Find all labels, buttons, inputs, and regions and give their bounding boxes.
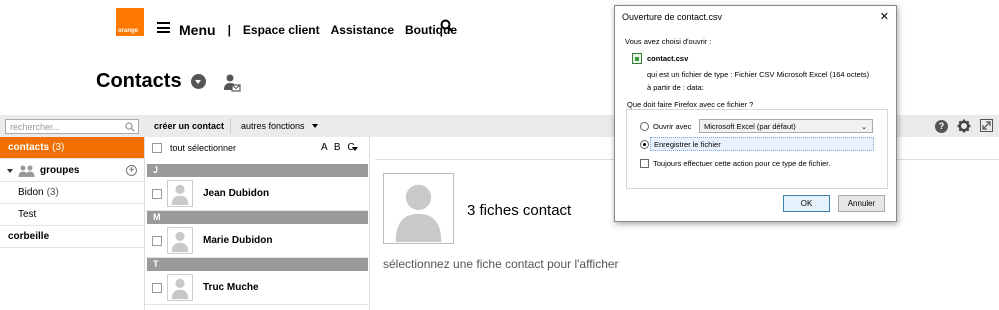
avatar: [167, 274, 193, 301]
nav-link-assistance[interactable]: Assistance: [331, 23, 394, 37]
open-with-radio[interactable]: [640, 122, 649, 131]
logo-text: orange: [118, 28, 139, 34]
sidebar-item-group-bidon[interactable]: Bidon (3): [0, 182, 144, 204]
dialog-type-line: qui est un fichier de type : Fichier CSV…: [647, 70, 870, 79]
expand-icon[interactable]: [980, 119, 993, 132]
list-header: tout sélectionner A B C: [145, 137, 369, 159]
sidebar: contacts (3) groupes + Bidon (3) Test co…: [0, 137, 145, 310]
add-group-icon[interactable]: +: [126, 165, 137, 176]
contact-name: Truc Muche: [203, 282, 259, 293]
csv-file-icon: [632, 53, 642, 64]
select-all-checkbox[interactable]: [152, 143, 162, 153]
caret-down-icon: [311, 124, 318, 128]
sidebar-item-trash[interactable]: corbeille: [0, 226, 144, 248]
letter-divider: M: [147, 211, 368, 224]
ok-button[interactable]: OK: [783, 195, 830, 212]
select-hint-text: sélectionnez une fiche contact pour l'af…: [383, 257, 619, 271]
sidebar-item-groups[interactable]: groupes +: [0, 160, 144, 182]
list-item[interactable]: Truc Muche: [145, 271, 369, 305]
contact-name: Jean Dubidon: [203, 188, 270, 199]
contact-name: Marie Dubidon: [203, 235, 273, 246]
sidebar-item-label: Test: [18, 209, 37, 220]
search-icon[interactable]: [440, 19, 454, 33]
sidebar-item-label: Bidon: [18, 187, 44, 198]
hamburger-menu-icon[interactable]: [157, 22, 170, 33]
top-nav: Menu | Espace client Assistance Boutique: [179, 22, 468, 38]
contact-count-text: 3 fiches contact: [467, 202, 572, 219]
group-count: (3): [46, 187, 59, 198]
row-checkbox[interactable]: [152, 236, 162, 246]
caret-down-icon[interactable]: [352, 147, 358, 151]
page-title: Contacts: [96, 70, 182, 92]
list-item[interactable]: Marie Dubidon: [145, 224, 369, 258]
dialog-intro: Vous avez choisi d'ouvrir :: [625, 37, 712, 46]
cancel-button[interactable]: Annuler: [838, 195, 885, 212]
save-file-label: Enregistrer le fichier: [654, 140, 721, 149]
menu-button[interactable]: Menu: [179, 22, 216, 38]
letter-divider: J: [147, 164, 368, 177]
dialog-filename: contact.csv: [647, 54, 689, 63]
sidebar-item-contacts[interactable]: contacts (3): [0, 137, 144, 159]
open-file-dialog: Ouverture de contact.csv ✕ Vous avez cho…: [614, 5, 897, 222]
chevron-down-icon[interactable]: [191, 74, 206, 89]
save-file-radio[interactable]: [640, 140, 649, 149]
more-functions-dropdown[interactable]: autres fonctions: [241, 121, 318, 131]
more-functions-label: autres fonctions: [241, 121, 305, 131]
application-select-value: Microsoft Excel (par défaut): [704, 122, 796, 131]
help-icon[interactable]: ?: [935, 120, 948, 133]
search-input[interactable]: rechercher...: [5, 119, 139, 134]
dialog-question: Que doit faire Firefox avec ce fichier ?: [627, 100, 754, 109]
group-icon: [18, 165, 35, 177]
save-file-option[interactable]: Enregistrer le fichier: [650, 137, 874, 151]
open-with-label[interactable]: Ouvrir avec: [653, 122, 691, 131]
orange-logo[interactable]: orange: [116, 8, 144, 36]
contact-list: tout sélectionner A B C J Jean Dubidon M…: [145, 137, 370, 310]
always-checkbox[interactable]: [640, 159, 649, 168]
avatar: [167, 180, 193, 207]
dialog-from-line: à partir de : data:: [647, 83, 704, 92]
search-placeholder: rechercher...: [10, 122, 61, 132]
sidebar-item-group-test[interactable]: Test: [0, 204, 144, 226]
chevron-down-icon: ⌄: [861, 124, 867, 131]
avatar-placeholder: [383, 173, 454, 244]
contacts-count: (3): [52, 142, 65, 153]
sidebar-item-label: corbeille: [8, 231, 50, 242]
select-all-label[interactable]: tout sélectionner: [170, 143, 236, 153]
user-mail-icon[interactable]: [223, 73, 241, 93]
caret-down-icon[interactable]: [7, 168, 13, 173]
sidebar-item-label: groupes: [40, 165, 80, 176]
dialog-title: Ouverture de contact.csv: [622, 12, 723, 22]
always-label[interactable]: Toujours effectuer cette action pour ce …: [653, 159, 830, 168]
search-icon: [125, 122, 135, 132]
toolbar-divider: [230, 118, 231, 134]
nav-link-espace-client[interactable]: Espace client: [243, 23, 320, 37]
close-icon[interactable]: ✕: [880, 10, 889, 23]
row-checkbox[interactable]: [152, 283, 162, 293]
row-checkbox[interactable]: [152, 189, 162, 199]
create-contact-button[interactable]: créer un contact: [154, 121, 224, 131]
nav-separator: |: [227, 23, 231, 37]
avatar: [167, 227, 193, 254]
list-item[interactable]: Jean Dubidon: [145, 177, 369, 211]
gear-icon[interactable]: [957, 119, 971, 133]
application-select[interactable]: Microsoft Excel (par défaut) ⌄: [699, 119, 873, 133]
sidebar-item-label: contacts: [8, 142, 50, 153]
letter-divider: T: [147, 258, 368, 271]
